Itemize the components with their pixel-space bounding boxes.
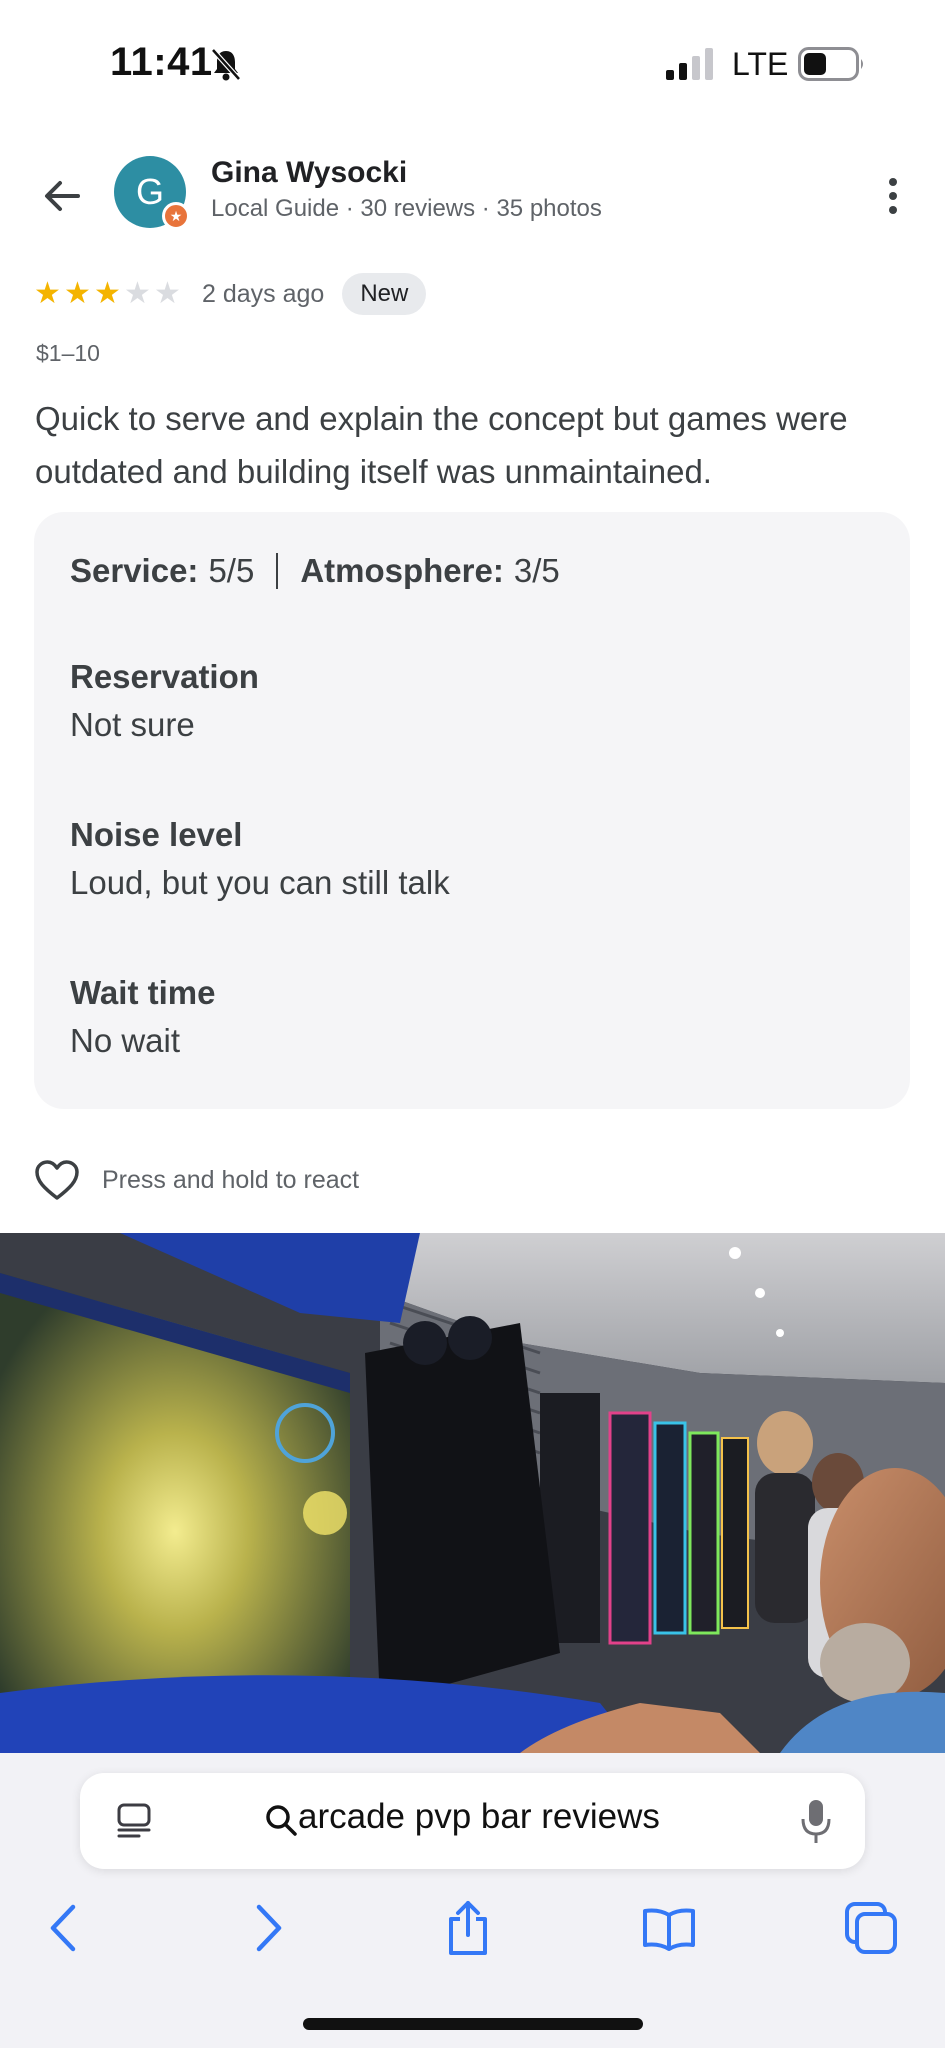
price-range: $1–10 bbox=[36, 340, 100, 366]
attribute-title: Noise level bbox=[70, 816, 243, 853]
local-guide-star-icon: ★ bbox=[162, 202, 190, 230]
atmosphere-label: Atmosphere: bbox=[300, 552, 504, 589]
forward-button[interactable] bbox=[234, 1893, 304, 1963]
network-type: LTE bbox=[732, 46, 789, 82]
browser-nav-row bbox=[0, 1893, 945, 1963]
share-icon bbox=[449, 1901, 487, 1955]
service-value: 5/5 bbox=[208, 552, 255, 589]
attribute-title: Wait time bbox=[70, 974, 216, 1011]
attribute-value: Loud, but you can still talk bbox=[70, 864, 450, 901]
bell-off-icon bbox=[211, 48, 241, 81]
address-bar[interactable]: arcade pvp bar reviews bbox=[80, 1773, 865, 1869]
bookmarks-button[interactable] bbox=[634, 1893, 704, 1963]
new-badge: New bbox=[342, 273, 427, 315]
rating-row: ★ ★ ★ ★ ★ 2 days ago New bbox=[34, 272, 427, 316]
review-text: Quick to serve and explain the concept b… bbox=[35, 400, 848, 490]
attribute-title: Reservation bbox=[70, 658, 259, 695]
microphone-icon[interactable] bbox=[799, 1797, 833, 1845]
reader-mode-icon[interactable] bbox=[114, 1801, 154, 1841]
home-indicator[interactable] bbox=[303, 2018, 643, 2030]
status-time: 11:41 bbox=[110, 40, 213, 84]
more-options-button[interactable] bbox=[873, 168, 913, 224]
review-attributes-card: Service: 5/5 Atmosphere: 3/5 Reservation… bbox=[34, 512, 910, 1109]
service-label: Service: bbox=[70, 552, 199, 589]
react-button[interactable]: Press and hold to react bbox=[34, 1158, 359, 1202]
tabs-button[interactable] bbox=[836, 1893, 906, 1963]
review-photo[interactable] bbox=[0, 1233, 945, 1753]
address-bar-text[interactable]: arcade pvp bar reviews bbox=[298, 1797, 660, 1837]
attribute-value: Not sure bbox=[70, 706, 195, 743]
attribute-noise-level: Noise level Loud, but you can still talk bbox=[70, 816, 450, 902]
heart-outline-icon bbox=[35, 1160, 79, 1200]
cellular-signal-icon bbox=[666, 48, 713, 80]
star-rating: ★ ★ ★ ★ ★ bbox=[34, 279, 184, 309]
back-arrow-icon bbox=[45, 181, 80, 211]
divider bbox=[276, 553, 279, 589]
star-filled-icon: ★ bbox=[64, 277, 91, 310]
star-empty-icon: ★ bbox=[124, 277, 151, 310]
back-icon bbox=[50, 1904, 76, 1952]
reviewer-name[interactable]: Gina Wysocki bbox=[211, 156, 407, 190]
sub-ratings: Service: 5/5 Atmosphere: 3/5 bbox=[70, 552, 560, 590]
attribute-value: No wait bbox=[70, 1022, 181, 1059]
atmosphere-value: 3/5 bbox=[513, 552, 560, 589]
review-date: 2 days ago bbox=[202, 279, 325, 308]
back-button[interactable] bbox=[34, 168, 90, 224]
battery-icon bbox=[798, 47, 863, 81]
react-label: Press and hold to react bbox=[102, 1165, 360, 1194]
forward-icon bbox=[256, 1904, 282, 1952]
reviewer-meta: Local Guide · 30 reviews · 35 photos bbox=[211, 195, 602, 222]
status-bar: 11:41 LTE bbox=[0, 0, 945, 130]
tabs-icon bbox=[845, 1902, 897, 1954]
avatar[interactable]: G ★ bbox=[114, 156, 190, 230]
star-empty-icon: ★ bbox=[154, 277, 181, 310]
attribute-reservation: Reservation Not sure bbox=[70, 658, 259, 744]
search-icon bbox=[266, 1805, 297, 1836]
more-vert-icon bbox=[889, 178, 897, 186]
browser-toolbar: arcade pvp bar reviews bbox=[0, 1753, 945, 2048]
star-filled-icon: ★ bbox=[94, 277, 121, 310]
attribute-wait-time: Wait time No wait bbox=[70, 974, 215, 1060]
bookmarks-icon bbox=[643, 1908, 695, 1951]
back-button[interactable] bbox=[28, 1893, 98, 1963]
review-header: G ★ Gina Wysocki Local Guide · 30 review… bbox=[0, 150, 945, 240]
star-filled-icon: ★ bbox=[34, 277, 61, 310]
share-button[interactable] bbox=[433, 1893, 503, 1963]
avatar-initial: G bbox=[135, 171, 164, 212]
arcade-interior-photo bbox=[0, 1233, 945, 1753]
